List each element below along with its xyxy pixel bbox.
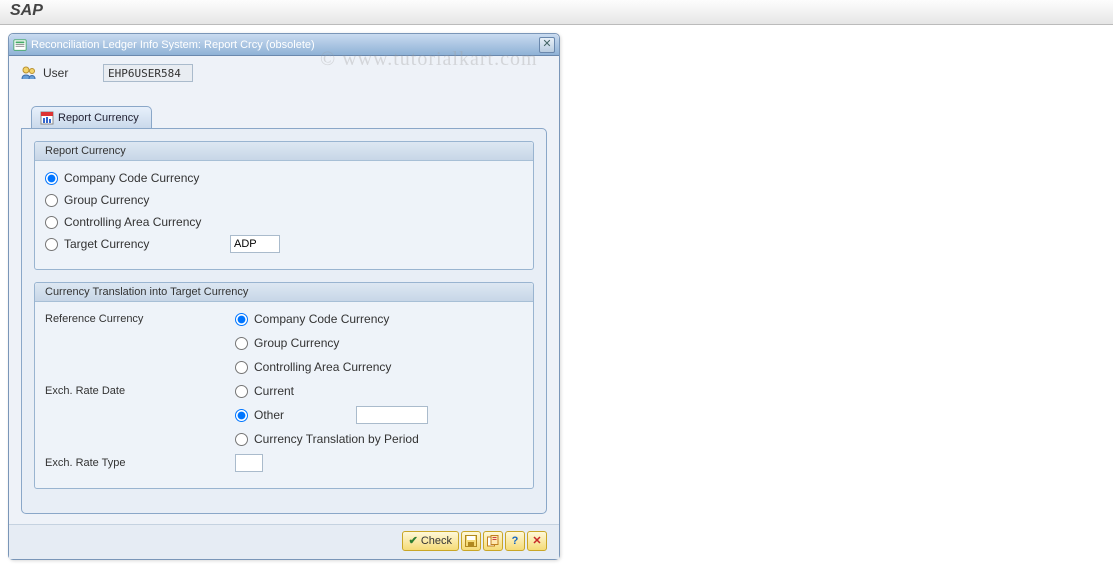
close-icon: ✕ bbox=[542, 39, 551, 50]
radio-controlling-area-currency[interactable] bbox=[45, 216, 58, 229]
tab-label: Report Currency bbox=[58, 112, 139, 124]
help-icon: ? bbox=[512, 536, 519, 547]
label-rate-type: Exch. Rate Type bbox=[45, 457, 235, 469]
check-button-label: Check bbox=[421, 535, 452, 547]
dialog-titlebar[interactable]: Reconciliation Ledger Info System: Repor… bbox=[9, 34, 559, 56]
tab-report-currency[interactable]: Report Currency bbox=[31, 106, 152, 128]
cancel-icon: ✕ bbox=[532, 536, 541, 547]
user-value: EHP6USER584 bbox=[103, 64, 193, 82]
check-icon: ✔ bbox=[409, 536, 418, 547]
radio-ref-company-code[interactable] bbox=[235, 313, 248, 326]
tab-panel: Report Currency Company Code Currency Gr… bbox=[21, 128, 547, 514]
radio-date-other[interactable] bbox=[235, 409, 248, 422]
radio-ref-controlling-area[interactable] bbox=[235, 361, 248, 374]
label-ref-controlling-area: Controlling Area Currency bbox=[254, 360, 391, 374]
label-controlling-area-currency: Controlling Area Currency bbox=[64, 215, 201, 229]
other-date-input[interactable] bbox=[356, 406, 428, 424]
label-reference-currency: Reference Currency bbox=[45, 313, 235, 325]
group1-title: Report Currency bbox=[35, 142, 533, 161]
help-button[interactable]: ? bbox=[505, 531, 525, 551]
label-rate-date: Exch. Rate Date bbox=[45, 385, 235, 397]
button-row: ✔ Check ? ✕ bbox=[9, 524, 559, 559]
rate-type-input[interactable] bbox=[235, 454, 263, 472]
radio-company-code-currency[interactable] bbox=[45, 172, 58, 185]
check-button[interactable]: ✔ Check bbox=[402, 531, 459, 551]
radio-group-currency[interactable] bbox=[45, 194, 58, 207]
label-ref-group: Group Currency bbox=[254, 336, 339, 350]
label-target-currency: Target Currency bbox=[64, 237, 194, 251]
group2-title: Currency Translation into Target Currenc… bbox=[35, 283, 533, 302]
label-date-by-period: Currency Translation by Period bbox=[254, 432, 419, 446]
close-button[interactable]: ✕ bbox=[539, 37, 555, 53]
label-company-code-currency: Company Code Currency bbox=[64, 171, 199, 185]
dialog-title: Reconciliation Ledger Info System: Repor… bbox=[31, 39, 539, 51]
report-currency-icon bbox=[40, 111, 54, 125]
dialog-window: Reconciliation Ledger Info System: Repor… bbox=[8, 33, 560, 560]
dialog-menu-icon bbox=[13, 38, 27, 52]
radio-date-by-period[interactable] bbox=[235, 433, 248, 446]
target-currency-input[interactable] bbox=[230, 235, 280, 253]
variant-icon bbox=[487, 535, 499, 547]
cancel-button[interactable]: ✕ bbox=[527, 531, 547, 551]
group-translation: Currency Translation into Target Currenc… bbox=[34, 282, 534, 489]
users-icon bbox=[21, 65, 37, 81]
variant-button[interactable] bbox=[483, 531, 503, 551]
group-report-currency: Report Currency Company Code Currency Gr… bbox=[34, 141, 534, 270]
radio-target-currency[interactable] bbox=[45, 238, 58, 251]
user-label: User bbox=[43, 66, 103, 80]
sap-brand-label: SAP bbox=[10, 2, 43, 19]
label-ref-company-code: Company Code Currency bbox=[254, 312, 389, 326]
save-button[interactable] bbox=[461, 531, 481, 551]
radio-date-current[interactable] bbox=[235, 385, 248, 398]
label-date-current: Current bbox=[254, 384, 294, 398]
sap-brand-bar: SAP bbox=[0, 0, 1113, 25]
label-group-currency: Group Currency bbox=[64, 193, 149, 207]
label-date-other: Other bbox=[254, 408, 342, 422]
radio-ref-group[interactable] bbox=[235, 337, 248, 350]
save-icon bbox=[465, 535, 477, 547]
